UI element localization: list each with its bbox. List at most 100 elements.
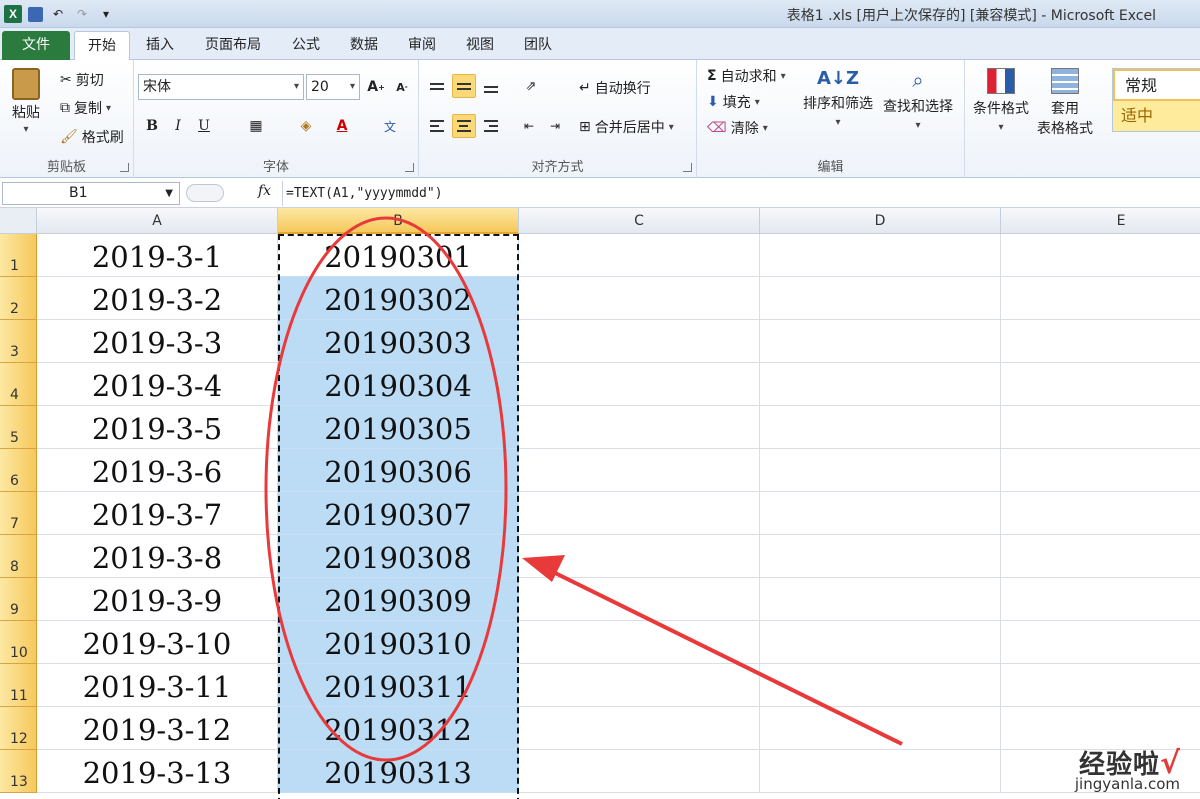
paste-button[interactable]: 粘贴 ▾ <box>12 68 40 135</box>
cell-d12[interactable] <box>760 707 1001 750</box>
cell-e5[interactable] <box>1001 406 1200 449</box>
cell-a1[interactable]: 2019-3-1 <box>37 234 278 277</box>
align-top-icon[interactable] <box>425 74 449 98</box>
cell-a13[interactable]: 2019-3-13 <box>37 750 278 793</box>
row-header[interactable]: 12 <box>0 707 37 750</box>
cell-e3[interactable] <box>1001 320 1200 363</box>
cell-a12[interactable]: 2019-3-12 <box>37 707 278 750</box>
column-header-d[interactable]: D <box>760 208 1001 234</box>
tab-team[interactable]: 团队 <box>514 31 562 60</box>
cell-e7[interactable] <box>1001 492 1200 535</box>
cell-b4[interactable]: 20190304 <box>278 363 519 406</box>
cell-b7[interactable]: 20190307 <box>278 492 519 535</box>
cell-a6[interactable]: 2019-3-6 <box>37 449 278 492</box>
sort-filter-button[interactable]: A↓Z 排序和筛选 ▾ <box>803 68 873 128</box>
cell-c10[interactable] <box>519 621 760 664</box>
autosum-button[interactable]: Σ 自动求和 ▾ <box>707 66 786 86</box>
cell-e1[interactable] <box>1001 234 1200 277</box>
select-all-button[interactable] <box>0 208 37 234</box>
redo-icon[interactable]: ↷ <box>73 5 91 23</box>
cell-c8[interactable] <box>519 535 760 578</box>
font-size-select[interactable]: 20 ▾ <box>306 74 360 100</box>
tab-review[interactable]: 审阅 <box>398 31 446 60</box>
cell-e4[interactable] <box>1001 363 1200 406</box>
cell-c9[interactable] <box>519 578 760 621</box>
cell-a8[interactable]: 2019-3-8 <box>37 535 278 578</box>
dialog-launcher-icon[interactable] <box>683 163 692 172</box>
cell-b1[interactable]: 20190301 <box>278 234 519 277</box>
align-left-icon[interactable] <box>425 114 449 138</box>
cell-d13[interactable] <box>760 750 1001 793</box>
decrease-indent-icon[interactable]: ⇤ <box>517 114 541 138</box>
cell-b2[interactable]: 20190302 <box>278 277 519 320</box>
row-header[interactable]: 5 <box>0 406 37 449</box>
cell-a5[interactable]: 2019-3-5 <box>37 406 278 449</box>
cell-b12[interactable]: 20190312 <box>278 707 519 750</box>
row-header[interactable]: 4 <box>0 363 37 406</box>
insert-function-icon[interactable]: fx <box>258 183 271 199</box>
cell-a10[interactable]: 2019-3-10 <box>37 621 278 664</box>
row-header[interactable]: 10 <box>0 621 37 664</box>
shrink-font-icon[interactable]: A- <box>390 75 414 99</box>
cell-d5[interactable] <box>760 406 1001 449</box>
customize-toolbar-icon[interactable]: ▾ <box>97 5 115 23</box>
column-header-c[interactable]: C <box>519 208 760 234</box>
excel-logo-icon[interactable]: X <box>4 5 22 23</box>
style-normal[interactable]: 常规 <box>1113 69 1200 101</box>
row-header[interactable]: 3 <box>0 320 37 363</box>
tab-view[interactable]: 视图 <box>456 31 504 60</box>
fill-button[interactable]: ⬇ 填充 ▾ <box>707 92 760 112</box>
cell-b9[interactable]: 20190309 <box>278 578 519 621</box>
cell-e10[interactable] <box>1001 621 1200 664</box>
cell-a2[interactable]: 2019-3-2 <box>37 277 278 320</box>
cell-a11[interactable]: 2019-3-11 <box>37 664 278 707</box>
cell-d1[interactable] <box>760 234 1001 277</box>
tab-file[interactable]: 文件 <box>2 31 70 60</box>
dialog-launcher-icon[interactable] <box>405 163 414 172</box>
cell-d3[interactable] <box>760 320 1001 363</box>
row-header[interactable]: 8 <box>0 535 37 578</box>
increase-indent-icon[interactable]: ⇥ <box>543 114 567 138</box>
font-name-select[interactable]: 宋体 ▾ <box>138 74 304 100</box>
row-header[interactable]: 6 <box>0 449 37 492</box>
cell-c3[interactable] <box>519 320 760 363</box>
cell-b13[interactable]: 20190313 <box>278 750 519 793</box>
bold-icon[interactable]: B <box>140 114 164 138</box>
italic-icon[interactable]: I <box>166 114 190 138</box>
cell-c12[interactable] <box>519 707 760 750</box>
cell-b10[interactable]: 20190310 <box>278 621 519 664</box>
clear-button[interactable]: ⌫ 清除 ▾ <box>707 118 768 138</box>
row-header[interactable]: 11 <box>0 664 37 707</box>
align-bottom-icon[interactable] <box>479 77 503 101</box>
cell-c5[interactable] <box>519 406 760 449</box>
cell-c11[interactable] <box>519 664 760 707</box>
format-painter-button[interactable]: 🖌 格式刷 <box>60 127 124 147</box>
cell-d7[interactable] <box>760 492 1001 535</box>
cell-a9[interactable]: 2019-3-9 <box>37 578 278 621</box>
tab-formulas[interactable]: 公式 <box>282 31 330 60</box>
row-header[interactable]: 1 <box>0 234 37 277</box>
cell-d6[interactable] <box>760 449 1001 492</box>
cell-c13[interactable] <box>519 750 760 793</box>
spreadsheet-grid[interactable]: ABCDE 1 2019-3-1 20190301 2 2019-3-2 20190302… <box>0 208 1200 799</box>
fill-color-icon[interactable]: ◈ <box>294 114 318 138</box>
cell-d2[interactable] <box>760 277 1001 320</box>
underline-icon[interactable]: U <box>192 114 216 138</box>
cell-e9[interactable] <box>1001 578 1200 621</box>
wrap-text-button[interactable]: ↵ 自动换行 <box>579 78 651 98</box>
cell-b3[interactable]: 20190303 <box>278 320 519 363</box>
cell-d9[interactable] <box>760 578 1001 621</box>
conditional-format-button[interactable]: 条件格式 ▾ <box>973 68 1029 133</box>
phonetic-icon[interactable]: 文 <box>378 114 402 138</box>
column-header-b[interactable]: B <box>278 208 519 234</box>
cell-d10[interactable] <box>760 621 1001 664</box>
cell-a4[interactable]: 2019-3-4 <box>37 363 278 406</box>
tab-data[interactable]: 数据 <box>340 31 388 60</box>
cell-c1[interactable] <box>519 234 760 277</box>
grow-font-icon[interactable]: A + <box>364 75 388 99</box>
borders-icon[interactable]: ▦ <box>244 114 268 138</box>
cell-c7[interactable] <box>519 492 760 535</box>
cell-c2[interactable] <box>519 277 760 320</box>
row-header[interactable]: 7 <box>0 492 37 535</box>
cell-b8[interactable]: 20190308 <box>278 535 519 578</box>
